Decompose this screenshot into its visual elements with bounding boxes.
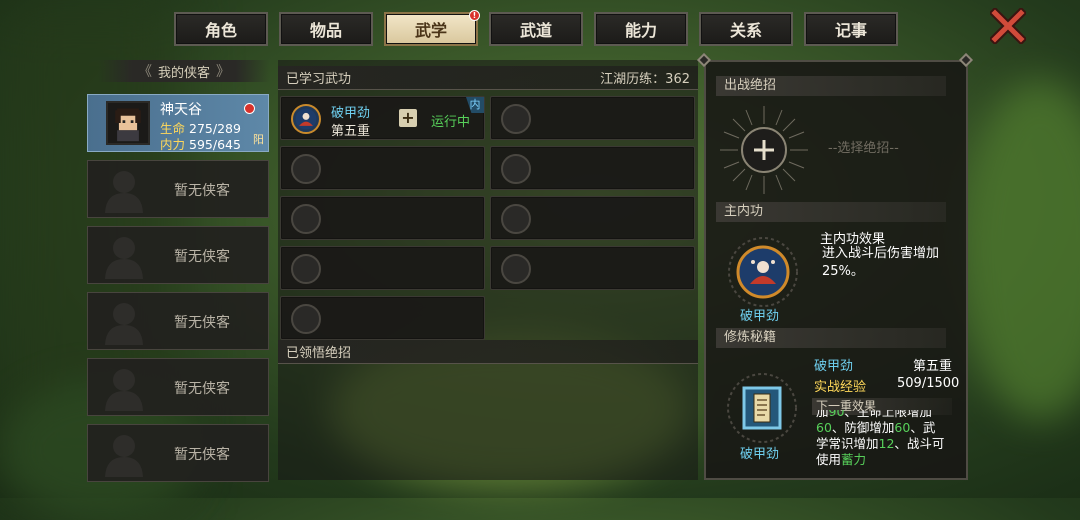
book-name: 破甲劲 (740, 447, 780, 462)
skill-status: 运行中 (431, 115, 471, 130)
main-inner-header: 主内功 (716, 202, 946, 222)
empty-hero-label: 暂无侠客 (174, 249, 230, 265)
upgrade-plus-button[interactable]: + (399, 109, 417, 127)
tab-martial-path[interactable]: 武道 (489, 12, 583, 46)
skill-slot-filled[interactable]: 破甲劲 第五重 + 运行中 内 (280, 96, 485, 140)
effect-description: 进入战斗后伤害增加25%。 (822, 246, 940, 279)
manual-book-icon[interactable] (722, 370, 802, 446)
hero-slot-empty[interactable]: 暂无侠客 (87, 424, 269, 482)
hero-yang-tag: 阳 (253, 133, 264, 146)
person-silhouette-icon (105, 237, 143, 279)
hero-mp: 内力 595/645 (160, 137, 241, 152)
person-silhouette-icon (105, 303, 143, 345)
hero-slot-empty[interactable]: 暂无侠客 (87, 292, 269, 350)
hero-list-title: 我的侠客 (157, 65, 210, 81)
hero-notification-badge (244, 103, 255, 114)
person-silhouette-icon (105, 435, 143, 477)
select-skill-hint: --选择绝招-- (828, 141, 899, 156)
tab-character[interactable]: 角色 (174, 12, 268, 46)
skill-name: 破甲劲 (331, 106, 371, 121)
skill-icon (291, 104, 321, 134)
skill-slot-empty[interactable] (280, 146, 485, 190)
hero-name: 神天谷 (160, 102, 202, 118)
tab-martial-arts-label: 武学 (414, 21, 447, 40)
main-skill-badge-icon (728, 237, 798, 307)
hero-slot-empty[interactable]: 暂无侠客 (87, 226, 269, 284)
main-skill-name: 破甲劲 (740, 309, 780, 324)
exp-label: 实战经验 (814, 380, 867, 395)
learned-skills-title: 已学习武功 (286, 72, 352, 87)
skill-slot-empty[interactable] (280, 246, 485, 290)
close-icon[interactable] (990, 8, 1026, 44)
skill-slot-empty[interactable] (490, 96, 695, 140)
skill-slot-empty[interactable] (490, 196, 695, 240)
notification-badge: ! (469, 10, 480, 21)
empty-hero-label: 暂无侠客 (174, 447, 230, 463)
tab-journal[interactable]: 记事 (804, 12, 898, 46)
add-battle-skill-button[interactable] (718, 104, 810, 196)
hero-slot-empty[interactable]: 暂无侠客 (87, 358, 269, 416)
chevron-left-icon[interactable]: 《 (138, 61, 152, 81)
person-silhouette-icon (105, 369, 143, 411)
learned-skills-header: 已学习武功 江湖历练：362 (278, 66, 698, 90)
jianghu-exp: 江湖历练：362 (600, 72, 690, 87)
comprehended-header: 已领悟绝招 (278, 340, 698, 364)
person-silhouette-icon (105, 171, 143, 213)
hero-list-header: 《 我的侠客 》 (98, 60, 270, 82)
hero-portrait (106, 101, 150, 145)
hero-slot-empty[interactable]: 暂无侠客 (87, 160, 269, 218)
skill-slot-empty[interactable] (280, 296, 485, 340)
tab-martial-arts[interactable]: 武学 ! (384, 10, 480, 46)
tab-relations[interactable]: 关系 (699, 12, 793, 46)
train-skill-name: 破甲劲 (814, 359, 854, 374)
next-level-effects: 加90、生命上限增加 60、防御增加60、武 学常识增加12、战斗可 使用蓄力 (816, 410, 945, 467)
training-header: 修炼秘籍 (716, 328, 946, 348)
tab-items[interactable]: 物品 (279, 12, 373, 46)
skill-slot-empty[interactable] (490, 246, 695, 290)
comprehended-title: 已领悟绝招 (286, 346, 352, 361)
chevron-right-icon[interactable]: 》 (216, 61, 230, 81)
hero-card-selected[interactable]: 神天谷 生命 275/289 内力 595/645 阳 (87, 94, 269, 152)
skill-slot-empty[interactable] (490, 146, 695, 190)
tab-ability[interactable]: 能力 (594, 12, 688, 46)
empty-hero-label: 暂无侠客 (174, 183, 230, 199)
battle-skill-header: 出战绝招 (716, 76, 946, 96)
tab-bar: 角色 物品 武学 ! 武道 能力 关系 记事 (174, 10, 898, 46)
skill-slot-empty[interactable] (280, 196, 485, 240)
train-skill-level: 第五重 (913, 359, 953, 374)
empty-hero-label: 暂无侠客 (174, 381, 230, 397)
skill-level: 第五重 (331, 124, 371, 139)
exp-value: 509/1500 (897, 376, 960, 391)
empty-hero-label: 暂无侠客 (174, 315, 230, 331)
